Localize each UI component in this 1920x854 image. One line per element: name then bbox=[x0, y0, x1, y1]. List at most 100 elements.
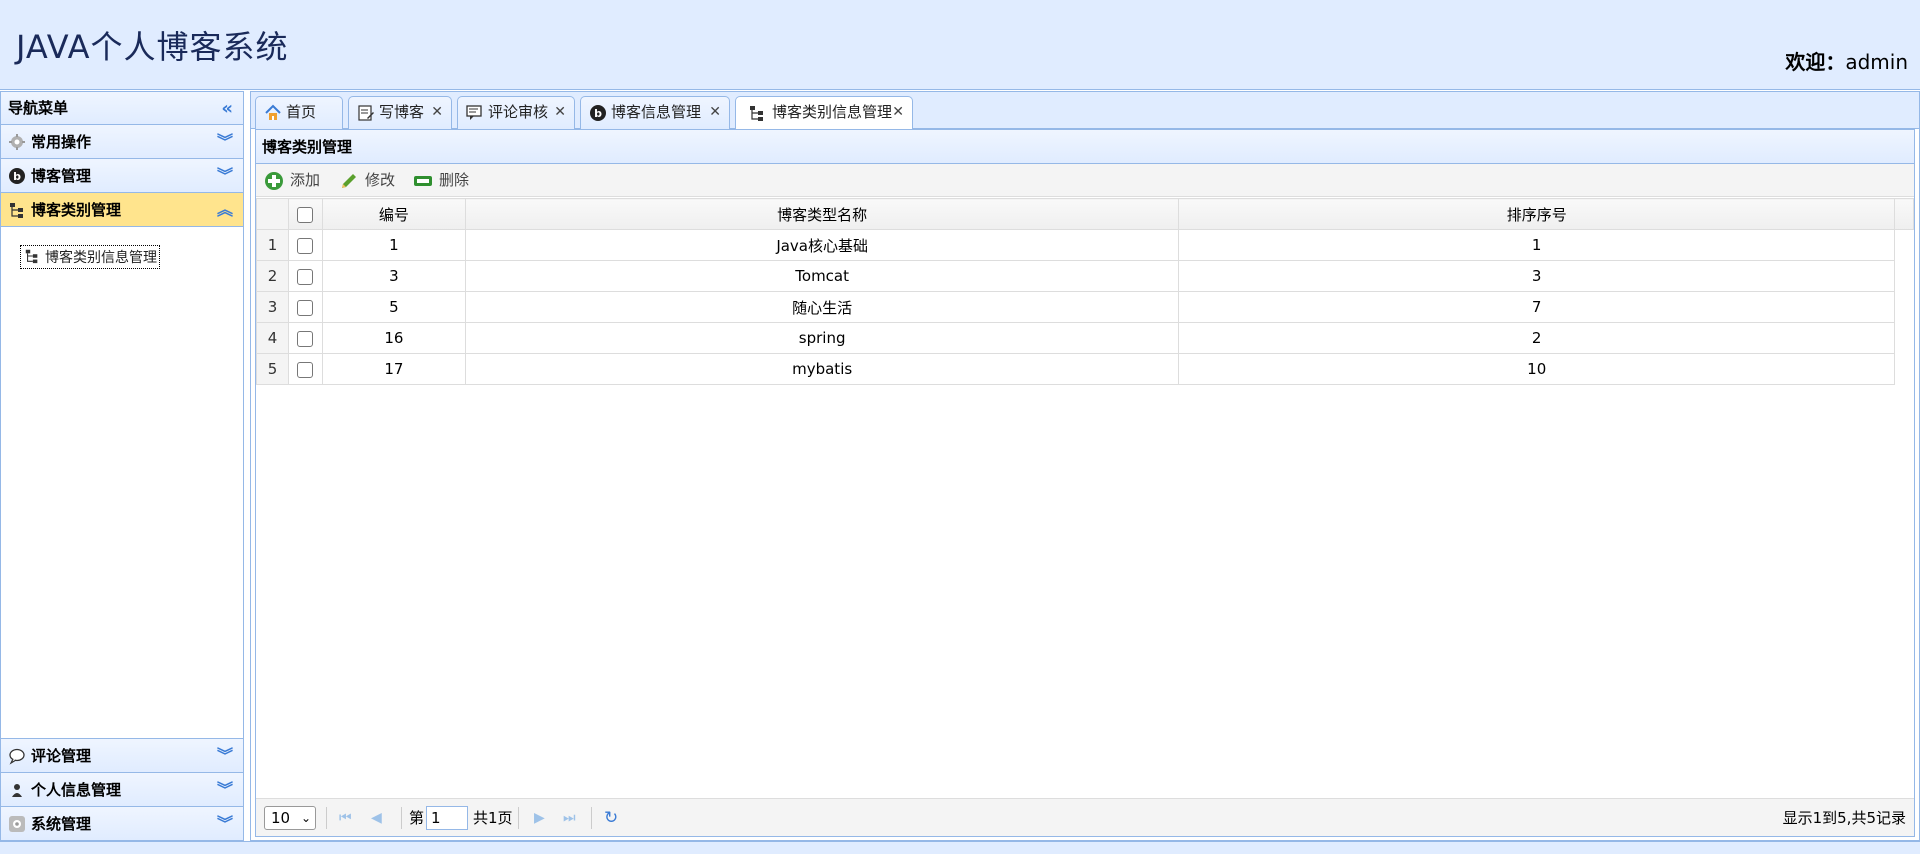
sidebar-bottom-sections: 评论管理 ︾ 个人信息管理 ︾ 系统管理 ︾ bbox=[1, 738, 243, 840]
row-checkbox[interactable] bbox=[297, 299, 314, 316]
prev-page-icon: ◀ bbox=[371, 810, 382, 826]
table-row[interactable]: 4 16 spring 2 bbox=[256, 322, 1914, 354]
cell-name: Tomcat bbox=[464, 260, 1180, 292]
remove-icon bbox=[414, 176, 432, 186]
sidebar-section-category[interactable]: 博客类别管理 ︽ bbox=[1, 193, 243, 227]
welcome-user: 欢迎：admin bbox=[1785, 46, 1908, 75]
row-checkbox[interactable] bbox=[297, 361, 314, 378]
close-icon[interactable]: ✕ bbox=[431, 97, 443, 128]
cell-name: Java核心基础 bbox=[464, 229, 1180, 261]
row-checkbox[interactable] bbox=[297, 268, 314, 285]
sidebar-section-blog[interactable]: b 博客管理 ︾ bbox=[1, 159, 243, 193]
row-number: 1 bbox=[256, 229, 289, 261]
sidebar-item-category-info[interactable]: 博客类别信息管理 bbox=[20, 245, 160, 269]
grid-pager: 10 ⌄ ⏮ ◀ 第 1 共1页 ▶ ⏭ ↻ 显示1到5,共5记录 bbox=[256, 798, 1914, 836]
delete-button[interactable]: 删除 bbox=[413, 164, 469, 197]
edit-note-icon bbox=[358, 105, 374, 121]
app-logo-title: JAVA个人博客系统 bbox=[16, 28, 289, 66]
table-row[interactable]: 1 1 Java核心基础 1 bbox=[256, 229, 1914, 261]
cell-id: 16 bbox=[321, 322, 466, 354]
row-checkbox-cell bbox=[287, 229, 323, 261]
cell-order: 1 bbox=[1178, 229, 1895, 261]
column-header-id[interactable]: 编号 bbox=[321, 198, 466, 230]
add-icon bbox=[265, 172, 283, 190]
sidebar-section-label: 博客管理 bbox=[31, 167, 92, 185]
column-header-name[interactable]: 博客类型名称 bbox=[464, 198, 1180, 230]
refresh-button[interactable]: ↻ bbox=[604, 799, 618, 837]
blog-icon: b bbox=[9, 168, 25, 184]
select-all-checkbox[interactable] bbox=[297, 206, 314, 223]
scroll-gutter-cell bbox=[1894, 323, 1913, 354]
tab-write-blog[interactable]: 写博客 ✕ bbox=[348, 96, 452, 129]
row-number: 4 bbox=[256, 322, 289, 354]
cell-name: spring bbox=[464, 322, 1180, 354]
double-chevron-down-icon: ︾ bbox=[216, 746, 233, 765]
row-checkbox-cell bbox=[287, 353, 323, 385]
tab-category-info[interactable]: 博客类别信息管理 ✕ bbox=[735, 96, 913, 130]
sidebar-item-label: 博客类别信息管理 bbox=[45, 250, 157, 266]
double-chevron-down-icon: ︾ bbox=[216, 132, 233, 151]
close-icon[interactable]: ✕ bbox=[709, 97, 721, 128]
page-total: 共1页 bbox=[473, 809, 513, 827]
cell-order: 3 bbox=[1178, 260, 1895, 292]
blog-icon: b bbox=[590, 105, 606, 121]
person-icon bbox=[12, 784, 22, 797]
rownum-header bbox=[256, 198, 289, 230]
row-checkbox-cell bbox=[287, 322, 323, 354]
tab-home[interactable]: 首页 bbox=[255, 96, 343, 129]
scroll-gutter bbox=[1893, 198, 1915, 230]
double-chevron-left-icon[interactable]: « bbox=[221, 92, 233, 125]
sidebar-section-profile[interactable]: 个人信息管理 ︾ bbox=[1, 772, 243, 806]
next-page-icon: ▶ bbox=[534, 810, 545, 826]
tab-blog-info[interactable]: b 博客信息管理 ✕ bbox=[580, 96, 730, 129]
row-number: 5 bbox=[256, 353, 289, 385]
system-icon bbox=[9, 816, 25, 832]
page-size-select[interactable]: 10 ⌄ bbox=[264, 806, 316, 830]
double-chevron-down-icon: ︾ bbox=[216, 780, 233, 799]
sidebar-section-label: 常用操作 bbox=[31, 133, 92, 151]
pager-divider bbox=[401, 807, 402, 829]
sidebar-section-label: 博客类别管理 bbox=[31, 201, 122, 219]
table-row[interactable]: 5 17 mybatis 10 bbox=[256, 353, 1914, 385]
next-page-button[interactable]: ▶ bbox=[534, 799, 545, 837]
last-page-icon: ⏭ bbox=[563, 810, 576, 826]
table-row[interactable]: 2 3 Tomcat 3 bbox=[256, 260, 1914, 292]
add-button[interactable]: 添加 bbox=[264, 164, 320, 197]
double-chevron-down-icon: ︾ bbox=[216, 814, 233, 833]
scroll-gutter-cell bbox=[1894, 354, 1913, 385]
page-prefix: 第 bbox=[409, 809, 425, 827]
panel-title: 博客类别管理 bbox=[256, 130, 1914, 164]
sidebar-section-label: 评论管理 bbox=[31, 747, 92, 765]
sidebar-section-common[interactable]: 常用操作 ︾ bbox=[1, 125, 243, 159]
double-chevron-down-icon: ︾ bbox=[216, 166, 233, 185]
last-page-button[interactable]: ⏭ bbox=[563, 799, 576, 837]
sidebar-section-label: 系统管理 bbox=[31, 815, 92, 833]
sidebar-section-comments[interactable]: 评论管理 ︾ bbox=[1, 738, 243, 772]
category-table: 编号 博客类型名称 排序序号 1 1 Java核心基础 1 2 3 Tomcat… bbox=[256, 198, 1915, 385]
sidebar-section-system[interactable]: 系统管理 ︾ bbox=[1, 806, 243, 840]
table-row[interactable]: 3 5 随心生活 7 bbox=[256, 291, 1914, 323]
cell-order: 10 bbox=[1178, 353, 1895, 385]
scroll-gutter-cell bbox=[1894, 261, 1913, 292]
cell-id: 17 bbox=[321, 353, 466, 385]
category-tree-icon bbox=[750, 106, 763, 121]
column-header-order[interactable]: 排序序号 bbox=[1178, 198, 1895, 230]
row-checkbox[interactable] bbox=[297, 330, 314, 347]
edit-button[interactable]: 修改 bbox=[339, 164, 395, 197]
close-icon[interactable]: ✕ bbox=[892, 97, 904, 128]
tab-label: 博客信息管理 bbox=[611, 103, 702, 121]
tab-label: 首页 bbox=[286, 103, 317, 121]
first-page-button[interactable]: ⏮ bbox=[339, 799, 352, 837]
row-checkbox[interactable] bbox=[297, 237, 314, 254]
page-number-input[interactable]: 1 bbox=[426, 806, 468, 830]
cell-name: mybatis bbox=[464, 353, 1180, 385]
main-content: 首页 写博客 ✕ 评论审核 ✕ b 博客信息管理 ✕ 博客类别信息管理 ✕ 博客… bbox=[250, 91, 1920, 841]
navigation-sidebar: 导航菜单 « 常用操作 ︾ b 博客管理 ︾ 博客类别管理 ︽ 博客类别信息管理… bbox=[0, 91, 244, 841]
tab-comment-review[interactable]: 评论审核 ✕ bbox=[457, 96, 575, 129]
tab-bar: 首页 写博客 ✕ 评论审核 ✕ b 博客信息管理 ✕ 博客类别信息管理 ✕ bbox=[251, 92, 1919, 130]
delete-label: 删除 bbox=[439, 171, 470, 189]
review-icon bbox=[466, 105, 482, 120]
close-icon[interactable]: ✕ bbox=[554, 97, 566, 128]
nav-menu-label: 导航菜单 bbox=[8, 99, 69, 117]
prev-page-button[interactable]: ◀ bbox=[371, 799, 382, 837]
